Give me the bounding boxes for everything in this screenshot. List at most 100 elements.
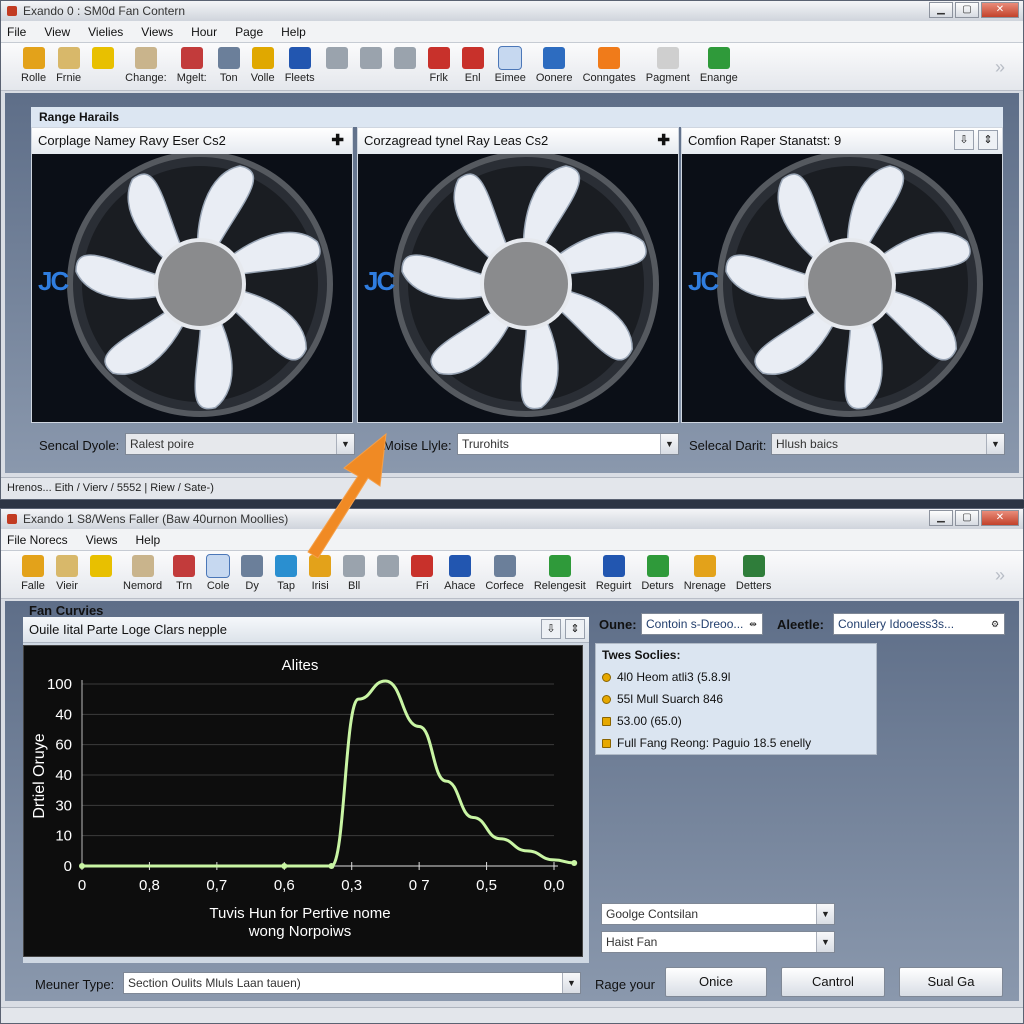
- toolbar-button-irisi[interactable]: Irisi: [308, 555, 332, 592]
- onice-button[interactable]: Onice: [665, 967, 767, 997]
- toolbar-button-bll[interactable]: Bll: [342, 555, 366, 592]
- toolbar-overflow-icon[interactable]: »: [995, 57, 1005, 78]
- menu-bar: File Norecs Views Help: [1, 529, 1023, 551]
- chevron-down-icon: ▼: [986, 434, 1004, 454]
- toolbar-button-icon-8[interactable]: [325, 47, 349, 72]
- toolbar-button-frnie[interactable]: Frnie: [56, 47, 81, 84]
- fan-curve-chart: Alites 100 40 60 40 30 10 0 0 0,8 0,7 0,6 0,3 0 7 0,5 0…: [23, 645, 583, 957]
- list-item[interactable]: 4l0 Heom atli3 (5.8.9l: [596, 666, 876, 688]
- meuner-type-select[interactable]: Section Oulits Mluls Laan tauen) ▼: [123, 972, 581, 994]
- toolbar-button-icon-9[interactable]: [359, 47, 383, 72]
- toolbar-button-fri[interactable]: Fri: [410, 555, 434, 592]
- minimize-button[interactable]: ▁: [929, 2, 953, 18]
- split-icon[interactable]: ⇕: [565, 619, 585, 639]
- toolbar-button-volle[interactable]: Volle: [251, 47, 275, 84]
- toolbar-button-corfece[interactable]: Corfece: [485, 555, 524, 592]
- toolbar-button-detters[interactable]: Detters: [736, 555, 771, 592]
- toolbar-button-enl[interactable]: Enl: [461, 47, 485, 84]
- fan-image: JC: [32, 154, 352, 422]
- close-button[interactable]: ✕: [981, 2, 1019, 18]
- add-icon[interactable]: ✚: [331, 131, 344, 149]
- menu-vielies[interactable]: Vielies: [88, 25, 123, 39]
- add-icon[interactable]: ✚: [657, 131, 670, 149]
- data-point[interactable]: [281, 863, 288, 869]
- app-icon: [7, 514, 17, 524]
- split-icon[interactable]: ⇕: [978, 130, 998, 150]
- toolbar-button-dy[interactable]: Dy: [240, 555, 264, 592]
- toolbar-button-icon-10[interactable]: [393, 47, 417, 72]
- page-icon: [656, 47, 679, 69]
- toolbar-label: Bll: [348, 580, 361, 592]
- toolbar-button-relengesit[interactable]: Relengesit: [534, 555, 586, 592]
- toolbar-button-nemord[interactable]: Nemord: [123, 555, 162, 592]
- toolbar-label: Falle: [21, 580, 45, 592]
- toolbar-button-icon-2[interactable]: [89, 555, 113, 580]
- menu-help[interactable]: Help: [135, 533, 160, 547]
- data-point[interactable]: [328, 863, 335, 869]
- x-axis-label: Tuvis Hun for Pertive nome: [209, 905, 390, 922]
- chart-icon: [602, 555, 625, 577]
- aleetle-select[interactable]: Conulery Idooess3s... ⚙: [833, 613, 1005, 635]
- list-item[interactable]: Full Fang Reong: Paguio 18.5 enelly: [596, 732, 876, 754]
- toolbar-button-falle[interactable]: Falle: [21, 555, 45, 592]
- toolbar-button-conngates[interactable]: Conngates: [583, 47, 636, 84]
- list-item[interactable]: 53.00 (65.0): [596, 710, 876, 732]
- menu-view[interactable]: View: [44, 25, 70, 39]
- toolbar-overflow-icon[interactable]: »: [995, 565, 1005, 586]
- toolbar-button-oonere[interactable]: Oonere: [536, 47, 573, 84]
- toolbar-button-pagment[interactable]: Pagment: [646, 47, 690, 84]
- toolbar-button-eimee[interactable]: Eimee: [495, 46, 526, 84]
- minimize-button[interactable]: ▁: [929, 510, 953, 526]
- logo-icon: JC: [38, 266, 69, 296]
- y-tick-label: 100: [47, 676, 72, 693]
- menu-hour[interactable]: Hour: [191, 25, 217, 39]
- cantrol-button[interactable]: Cantrol: [781, 967, 885, 997]
- toolbar-button-reguirt[interactable]: Reguirt: [596, 555, 631, 592]
- haist-fan-select[interactable]: Haist Fan ▼: [601, 931, 835, 953]
- maximize-button[interactable]: ▢: [955, 2, 979, 18]
- status-dot-icon: [602, 716, 611, 726]
- close-button[interactable]: ✕: [981, 510, 1019, 526]
- toolbar-button-ton[interactable]: Ton: [217, 47, 241, 84]
- toolbar-button-cole[interactable]: Cole: [206, 554, 231, 592]
- data-point[interactable]: [79, 863, 85, 869]
- title-bar[interactable]: Exando 1 S8/Wens Faller (Baw 40urnon Moo…: [1, 509, 1023, 529]
- toolbar-label: Tap: [277, 580, 295, 592]
- selecal-darit-select[interactable]: Hlush baics ▼: [771, 433, 1005, 455]
- toolbar-button-mgelt-[interactable]: Mgelt:: [177, 47, 207, 84]
- toolbar-button-frlk[interactable]: Frlk: [427, 47, 451, 84]
- google-contsilan-select[interactable]: Goolge Contsilan ▼: [601, 903, 835, 925]
- list-item[interactable]: 55l Mull Suarch 846: [596, 688, 876, 710]
- toolbar-button-change-[interactable]: Change:: [125, 47, 167, 84]
- pin-icon[interactable]: ⇩: [541, 619, 561, 639]
- document-icon: [134, 47, 157, 69]
- toolbar-label: Volle: [250, 72, 275, 84]
- toolbar-button-nrenage[interactable]: Nrenage: [684, 555, 726, 592]
- toolbar-button-vieir[interactable]: Vieir: [55, 555, 79, 592]
- toolbar-button-enange[interactable]: Enange: [700, 47, 738, 84]
- menu-help[interactable]: Help: [281, 25, 306, 39]
- toolbar-button-tap[interactable]: Tap: [274, 555, 298, 592]
- pin-icon[interactable]: ⇩: [954, 130, 974, 150]
- title-bar[interactable]: Exando 0 : SM0d Fan Contern ▁ ▢ ✕: [1, 1, 1023, 21]
- sual-ga-button[interactable]: Sual Ga: [899, 967, 1003, 997]
- oune-select[interactable]: Contoin s-Dreoo... ⇹: [641, 613, 763, 635]
- toolbar-button-icon-2[interactable]: [91, 47, 115, 72]
- toolbar-button-rolle[interactable]: Rolle: [21, 47, 46, 84]
- toolbar-label: Detters: [735, 580, 772, 592]
- toolbar-button-fleets[interactable]: Fleets: [285, 47, 315, 84]
- moise-llyle-select[interactable]: Trurohits ▼: [457, 433, 679, 455]
- toolbar-label: Deturs: [641, 580, 674, 592]
- toolbar-button-deturs[interactable]: Deturs: [641, 555, 674, 592]
- menu-file[interactable]: File: [7, 25, 26, 39]
- toolbar-button-ahace[interactable]: Ahace: [444, 555, 475, 592]
- menu-views[interactable]: Views: [86, 533, 118, 547]
- x-tick-label: 0,8: [139, 877, 160, 894]
- data-point[interactable]: [571, 859, 578, 866]
- menu-views[interactable]: Views: [141, 25, 173, 39]
- menu-file[interactable]: File Norecs: [7, 533, 68, 547]
- toolbar-button-trn[interactable]: Trn: [172, 555, 196, 592]
- help-icon: [393, 47, 416, 69]
- menu-page[interactable]: Page: [235, 25, 263, 39]
- maximize-button[interactable]: ▢: [955, 510, 979, 526]
